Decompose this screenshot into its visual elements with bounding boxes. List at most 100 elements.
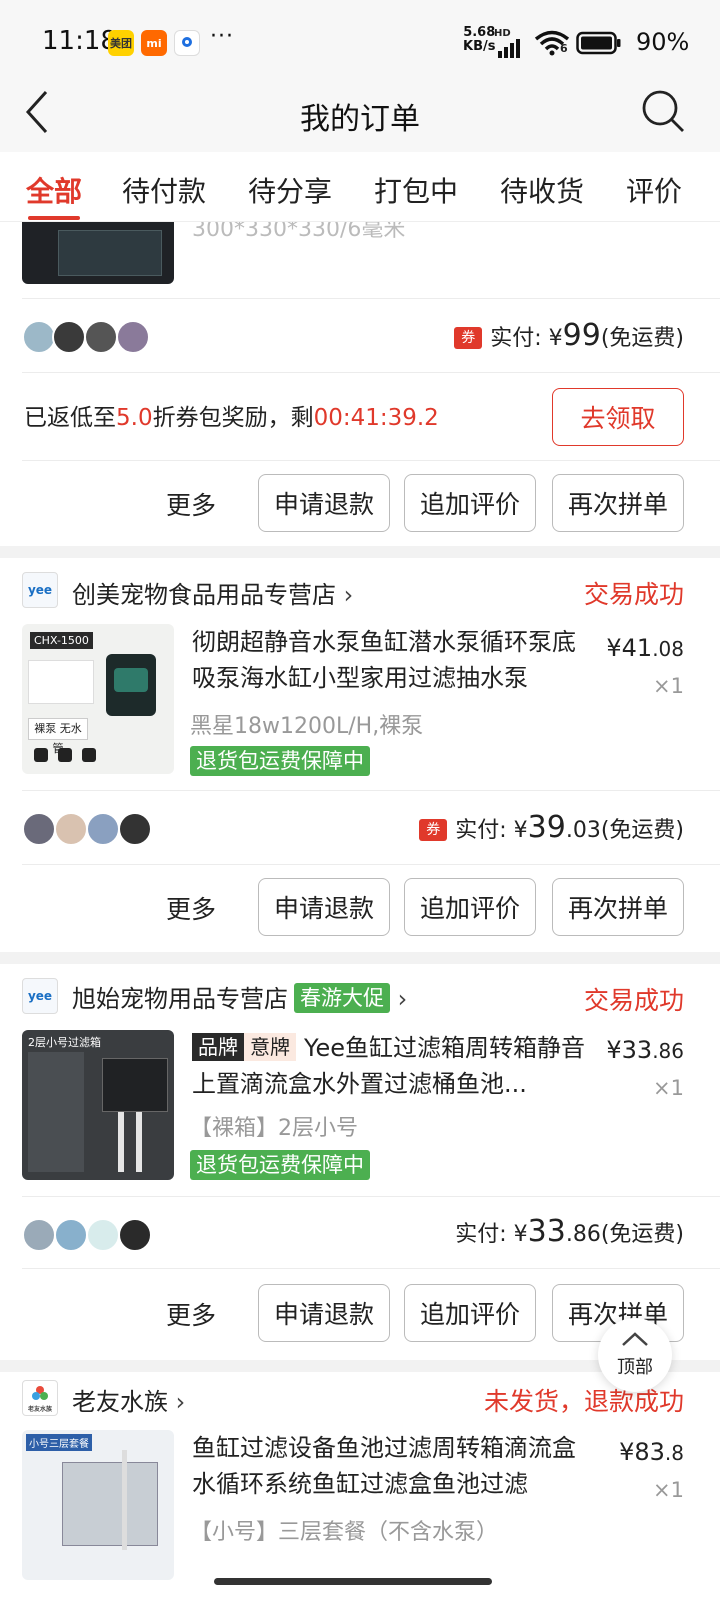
divider	[22, 1196, 720, 1197]
back-to-top-button[interactable]: 顶部	[598, 1318, 672, 1392]
chevron-right-icon: ›	[175, 1388, 186, 1416]
product-quantity: ×1	[653, 674, 684, 698]
avatar	[84, 320, 118, 354]
product-thumbnail[interactable]: 小号三层套餐	[22, 1430, 174, 1580]
order-status: 交易成功	[583, 580, 684, 609]
chevron-right-icon: ›	[397, 985, 408, 1013]
shop-name[interactable]: 旭始宠物用品专营店 春游大促 ›	[72, 979, 407, 1014]
more-notifications-icon: ···	[210, 24, 234, 49]
add-review-button[interactable]: 追加评价	[404, 1284, 536, 1342]
product-quantity: ×1	[653, 1076, 684, 1100]
refund-button[interactable]: 申请退款	[258, 474, 390, 532]
coupon-icon: 券	[419, 819, 448, 841]
product-title[interactable]: 300*330*330/6毫米	[192, 222, 592, 248]
product-thumbnail[interactable]	[22, 222, 174, 284]
paid-amount: 券实付: ¥99(免运费)	[454, 318, 684, 353]
tab-pending-share[interactable]: 待分享	[248, 170, 332, 210]
divider	[22, 372, 720, 373]
order-tabs: 全部 待付款 待分享 打包中 待收货 评价	[0, 152, 720, 222]
order-card: 老友水族 老友水族 › 未发货，退款成功 小号三层套餐 鱼缸过滤设备鱼池过滤周转…	[0, 1372, 720, 1600]
wifi-standard: 6	[560, 42, 568, 55]
active-tab-indicator	[28, 216, 80, 220]
status-time: 11:18	[42, 26, 117, 56]
network-speed: 5.68 KB/s	[463, 25, 496, 54]
tab-pending-receipt[interactable]: 待收货	[500, 170, 584, 210]
xiaomi-app-icon: mi	[141, 30, 167, 56]
divider	[22, 298, 720, 299]
divider	[22, 460, 720, 461]
product-sku: 黑星18w1200L/H,裸泵	[190, 714, 424, 739]
refund-button[interactable]: 申请退款	[258, 1284, 390, 1342]
meituan-app-icon: 美团	[108, 30, 134, 56]
group-avatars	[22, 320, 162, 354]
battery-icon	[576, 31, 621, 55]
pin-app-icon	[174, 30, 200, 56]
more-button[interactable]: 更多	[166, 486, 216, 522]
product-title[interactable]: 品牌 意牌 Yee鱼缸过滤箱周转箱静音上置滴流盒水外置过滤桶鱼池...	[192, 1030, 592, 1102]
shop-logo[interactable]: yee	[22, 978, 58, 1014]
order-status: 交易成功	[583, 986, 684, 1015]
avatar	[86, 812, 120, 846]
shop-logo[interactable]: 老友水族	[22, 1380, 58, 1416]
add-review-button[interactable]: 追加评价	[404, 474, 536, 532]
reorder-button[interactable]: 再次拼单	[552, 878, 684, 936]
shop-name[interactable]: 老友水族 ›	[72, 1382, 185, 1417]
order-list: 300*330*330/6毫米 券实付: ¥99(免运费) 已返低至5.0折券包…	[0, 222, 720, 1600]
product-sku: 【小号】三层套餐（不含水泵）	[190, 1520, 499, 1545]
tab-review[interactable]: 评价	[626, 170, 682, 210]
group-avatars	[22, 1218, 162, 1252]
product-price: ¥83.8	[619, 1438, 684, 1466]
avatar	[52, 320, 86, 354]
brand-badge: 品牌	[192, 1033, 244, 1061]
avatar	[86, 1218, 120, 1252]
more-button[interactable]: 更多	[166, 1296, 216, 1332]
return-shipping-guarantee-badge: 退货包运费保障中	[190, 1150, 370, 1180]
divider	[22, 790, 720, 791]
coupon-icon: 券	[454, 327, 483, 349]
divider	[22, 864, 720, 865]
home-indicator[interactable]	[214, 1578, 492, 1585]
status-bar: 11:18 美团 mi ··· 5.68 KB/s HD 6 90%	[0, 0, 720, 84]
shop-name[interactable]: 创美宠物食品用品专营店 ›	[72, 575, 353, 610]
order-card: yee 创美宠物食品用品专营店 › 交易成功 CHX-1500 裸泵 无水管 彻…	[0, 558, 720, 952]
product-price: ¥33.86	[606, 1036, 684, 1064]
chevron-right-icon: ›	[343, 581, 354, 609]
product-sku: 【裸箱】2层小号	[190, 1116, 358, 1141]
back-to-top-label: 顶部	[617, 1357, 653, 1378]
nav-bar: 我的订单	[0, 84, 720, 152]
signal-icon	[498, 39, 520, 58]
refund-button[interactable]: 申请退款	[258, 878, 390, 936]
product-title[interactable]: 鱼缸过滤设备鱼池过滤周转箱滴流盒水循环系统鱼缸过滤盒鱼池过滤	[192, 1430, 592, 1502]
paid-amount: 券实付: ¥39.03(免运费)	[419, 810, 684, 845]
tab-packing[interactable]: 打包中	[374, 170, 458, 210]
tab-all[interactable]: 全部	[26, 170, 82, 210]
claim-coupon-button[interactable]: 去领取	[552, 388, 684, 446]
battery-percent: 90%	[636, 28, 690, 56]
group-avatars	[22, 812, 162, 846]
avatar	[22, 812, 56, 846]
avatar	[118, 1218, 152, 1252]
return-shipping-guarantee-badge: 退货包运费保障中	[190, 746, 370, 776]
order-card: yee 旭始宠物用品专营店 春游大促 › 交易成功 2层小号过滤箱 品牌 意牌 Yee…	[0, 964, 720, 1360]
order-card: 300*330*330/6毫米 券实付: ¥99(免运费) 已返低至5.0折券包…	[0, 222, 720, 548]
product-thumbnail[interactable]: CHX-1500 裸泵 无水管	[22, 624, 174, 774]
tab-pending-payment[interactable]: 待付款	[122, 170, 206, 210]
add-review-button[interactable]: 追加评价	[404, 878, 536, 936]
order-status: 未发货，退款成功	[483, 1387, 684, 1416]
chevron-up-icon	[622, 1332, 648, 1346]
avatar	[22, 1218, 56, 1252]
avatar	[22, 320, 56, 354]
reorder-button[interactable]: 再次拼单	[552, 474, 684, 532]
search-icon[interactable]	[640, 88, 686, 134]
shop-logo[interactable]: yee	[22, 572, 58, 608]
divider	[22, 1268, 720, 1269]
product-title[interactable]: 彻朗超静音水泵鱼缸潜水泵循环泵底吸泵海水缸小型家用过滤抽水泵	[192, 624, 592, 696]
more-button[interactable]: 更多	[166, 890, 216, 926]
section-divider	[0, 952, 720, 964]
product-thumbnail[interactable]: 2层小号过滤箱	[22, 1030, 174, 1180]
paid-amount: 实付: ¥33.86(免运费)	[455, 1214, 684, 1249]
reward-notice: 已返低至5.0折券包奖励，剩00:41:39.2	[24, 405, 439, 431]
avatar	[118, 812, 152, 846]
product-price: ¥41.08	[606, 634, 684, 662]
brand-name-badge: 意牌	[244, 1033, 296, 1061]
